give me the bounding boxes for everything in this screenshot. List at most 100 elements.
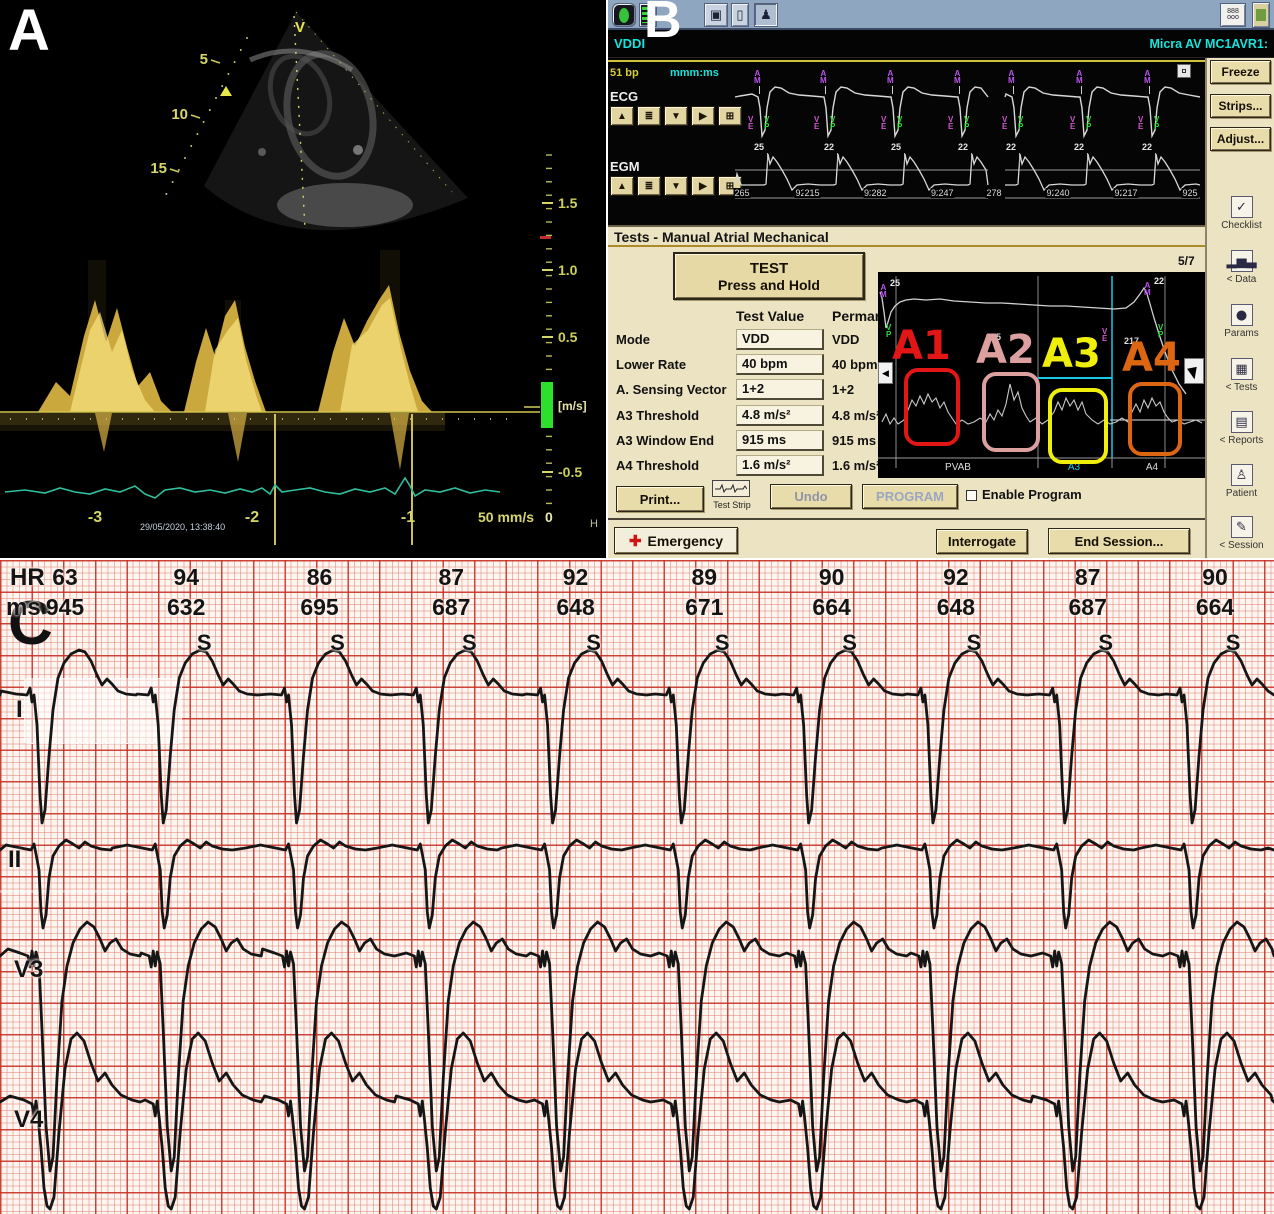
print-button[interactable]: Print... [616, 486, 704, 512]
time-zero-label: 0 [545, 509, 553, 525]
patient-view-icon[interactable]: ♟ [754, 3, 778, 27]
strips-button[interactable]: Strips... [1210, 94, 1271, 118]
annotation-box-a4 [1128, 382, 1182, 456]
sidebar-item-label: Params [1207, 328, 1274, 339]
egm-interval-value: 217 [1121, 188, 1138, 198]
lead-label-i: I [16, 696, 23, 724]
medication-icon[interactable]: ▯ [731, 3, 749, 27]
sidebar-item-reports[interactable]: ▤< Reports [1207, 411, 1274, 446]
h-marker: H [590, 518, 598, 530]
doppler-display: 1.51.00.5[m/s]-0.5 -3-2-151015 V 29/05/2… [0, 0, 606, 558]
hr-value: 92 [921, 564, 991, 591]
egm-interval-value: 282 [870, 188, 887, 198]
am-marker: AM [954, 70, 961, 84]
status-square-icon [1252, 2, 1270, 28]
vp-marker: VP [964, 116, 969, 130]
sidebar-item-params[interactable]: ● Params [1207, 304, 1274, 339]
velocity-scale: 1.51.00.5[m/s]-0.5 [524, 155, 587, 503]
sense-marker: S [455, 630, 483, 656]
timestamp: 29/05/2020, 13:38:40 [140, 522, 225, 532]
params-icon: ● [1231, 304, 1253, 326]
freeze-button[interactable]: Freeze [1210, 60, 1271, 84]
panel-a-label: A [8, 2, 50, 60]
red-tick [540, 236, 551, 239]
panel-ecg-strip: C HR ms 6394594632S86695S87687S92648S896… [0, 560, 1274, 1214]
param-test-value-field[interactable]: VDD [736, 329, 824, 350]
device-name: Micra AV MC1AVR1: [1149, 37, 1268, 51]
time-label: -1 [401, 509, 415, 526]
mouse-cursor-button[interactable] [1184, 358, 1204, 384]
annotation-text-a1: A1 [892, 326, 951, 366]
sidebar-item-checklist[interactable]: ✓Checklist [1207, 196, 1274, 231]
sense-marker: S [1219, 630, 1247, 656]
programmer-toolbar: ▣ ▯ ♟ 888ooo [608, 0, 1274, 30]
egm-marker-number: 25 [891, 142, 901, 152]
sense-marker: S [1092, 630, 1120, 656]
interrogate-button[interactable]: Interrogate [936, 529, 1028, 554]
column-test-value: Test Value [736, 308, 804, 324]
programmer-head-icon[interactable] [612, 3, 636, 27]
marker-tick [1013, 86, 1014, 94]
bottom-separator [608, 518, 1205, 520]
sidebar-item-label: Checklist [1207, 220, 1274, 231]
egm-marker-tick [1155, 153, 1156, 167]
program-button[interactable]: PROGRAM [862, 484, 958, 509]
undo-button[interactable]: Undo [770, 484, 852, 509]
red-cross-icon: ✚ [629, 532, 642, 550]
enable-program-checkbox[interactable] [966, 490, 977, 501]
param-test-value-field[interactable]: 40 bpm [736, 354, 824, 375]
session-icon: ✎ [1231, 516, 1253, 538]
lead-label-v3: V3 [14, 956, 43, 984]
egm-interval-value: 215 [803, 188, 820, 198]
save-icon[interactable]: ▣ [704, 3, 728, 27]
sidebar-item-data[interactable]: ▂▅▃< Data [1207, 250, 1274, 285]
sidebar-item-tests[interactable]: ▦< Tests [1207, 358, 1274, 393]
sense-marker: S [960, 630, 988, 656]
param-label: A. Sensing Vector [616, 382, 736, 397]
echo-ecg-line [5, 478, 500, 498]
hr-value: 92 [541, 564, 611, 591]
ve-marker: VE [748, 116, 753, 130]
end-session-button[interactable]: End Session... [1048, 528, 1190, 554]
marker-22: 22 [1154, 276, 1164, 286]
test-press-hold-button[interactable]: TEST Press and Hold [673, 252, 865, 300]
egm-marker-number: 25 [754, 142, 764, 152]
egm-marker-number: 22 [824, 142, 834, 152]
sidebar-item-session[interactable]: ✎< Session [1207, 516, 1274, 551]
depth-label: 5 [200, 51, 208, 68]
sidebar-item-patient[interactable]: ♙Patient [1207, 464, 1274, 499]
baseline-cursor [541, 382, 553, 428]
adjust-button[interactable]: Adjust... [1210, 127, 1271, 151]
hr-value: 90 [797, 564, 867, 591]
beat-annotations: 6394594632S86695S87687S92648S89671S90664… [0, 560, 1274, 1214]
marker-tick [959, 86, 960, 94]
param-test-value-field[interactable]: 1+2 [736, 379, 824, 400]
hr-value: 63 [30, 564, 100, 591]
task-sidebar: Freeze Strips... Adjust... ✓Checklist ▂▅▃< D… [1205, 58, 1274, 558]
velocity-label: [m/s] [558, 399, 587, 413]
emergency-button[interactable]: ✚ Emergency [614, 527, 738, 554]
annotation-text-a4: A4 [1122, 338, 1181, 378]
rr-ms-value: 945 [30, 594, 100, 621]
param-test-value-field[interactable]: 4.8 m/s² [736, 405, 824, 426]
param-test-value-field[interactable]: 915 ms [736, 430, 824, 451]
param-test-value-field[interactable]: 1.6 m/s² [736, 455, 824, 476]
sense-marker: S [190, 630, 218, 656]
scroll-left-button[interactable]: ◀ [878, 362, 893, 384]
am-marker: AM [880, 284, 887, 298]
doppler-spectrum [0, 250, 540, 545]
rr-ms-value: 648 [541, 594, 611, 621]
egm-marker-tick [904, 153, 905, 167]
depth-label: 10 [171, 106, 188, 123]
egm-marker-number: 22 [1074, 142, 1084, 152]
lead-label-ii: II [8, 846, 21, 874]
annotation-box-a1 [904, 368, 960, 446]
panel-echocardiogram: 1.51.00.5[m/s]-0.5 -3-2-151015 V 29/05/2… [0, 0, 606, 558]
marker-tick [1149, 86, 1150, 94]
ve-marker: VE [1070, 116, 1075, 130]
test-strip-icon[interactable] [712, 480, 750, 497]
lead-label-v4: V4 [14, 1106, 43, 1134]
annotation-text-a3: A3 [1042, 334, 1101, 374]
echo-ecg-trace [5, 478, 500, 498]
vp-marker: VP [1086, 116, 1091, 130]
